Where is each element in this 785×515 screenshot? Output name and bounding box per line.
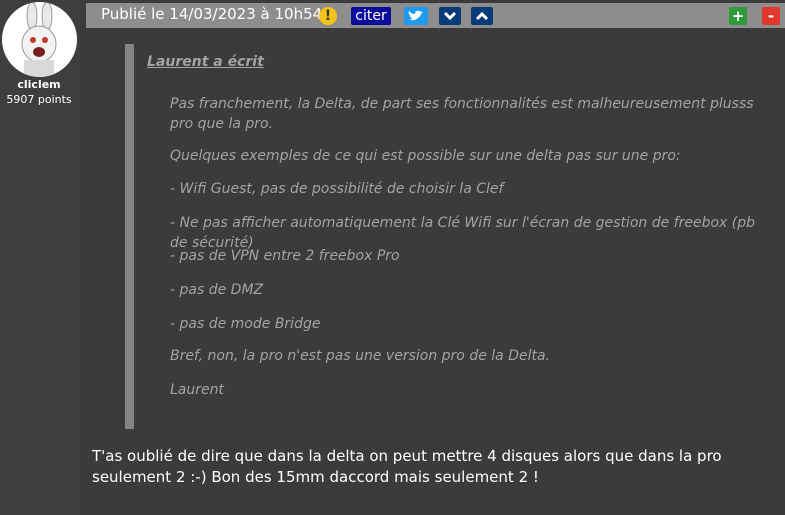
avatar[interactable] <box>2 2 77 77</box>
post-body: T'as oublié de dire que dans la delta on… <box>92 447 722 486</box>
quote-line: Pas franchement, la Delta, de part ses f… <box>170 96 754 132</box>
author-column: cliclem 5907 points <box>0 0 80 515</box>
quote-line: - Wifi Guest, pas de possibilité de choi… <box>170 181 504 197</box>
user-points: 5907 points <box>6 93 72 106</box>
plus-button[interactable]: + <box>729 7 747 25</box>
quote-line: - pas de VPN entre 2 freebox Pro <box>170 248 400 264</box>
quote-author[interactable]: Laurent a écrit <box>147 54 264 70</box>
citer-button[interactable]: citer <box>351 7 391 25</box>
report-icon[interactable]: ! <box>319 7 337 25</box>
username[interactable]: cliclem <box>0 78 78 91</box>
minus-button[interactable]: - <box>762 7 780 25</box>
quote-line: Laurent <box>170 382 224 398</box>
quote-line: - pas de mode Bridge <box>170 316 321 332</box>
twitter-icon[interactable] <box>404 7 428 25</box>
chevron-up-icon[interactable] <box>471 7 493 25</box>
post-date: Publié le 14/03/2023 à 10h54 <box>101 5 323 23</box>
quote-bar <box>125 44 134 429</box>
quote-line: Quelques exemples de ce qui est possible… <box>170 148 681 164</box>
quote-line: - pas de DMZ <box>170 282 264 298</box>
quote-line: Bref, non, la pro n'est pas une version … <box>170 348 550 364</box>
chevron-down-icon[interactable] <box>439 7 461 25</box>
post-header: Publié le 14/03/2023 à 10h54 ! citer + - <box>86 3 785 28</box>
